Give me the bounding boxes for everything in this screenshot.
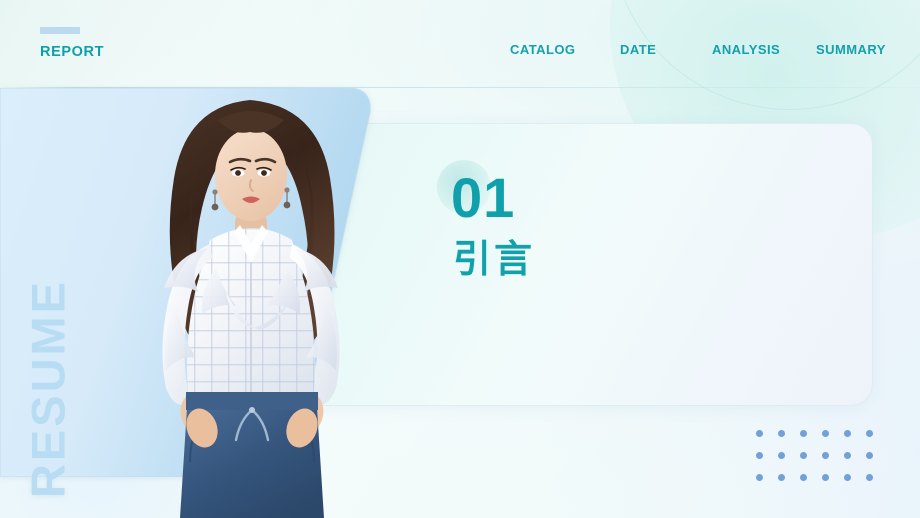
grid-dot xyxy=(800,452,807,459)
grid-dot xyxy=(844,430,851,437)
grid-dot xyxy=(822,430,829,437)
grid-dot xyxy=(800,474,807,481)
grid-dot xyxy=(778,452,785,459)
grid-dot xyxy=(866,452,873,459)
grid-dot xyxy=(866,474,873,481)
grid-dot xyxy=(844,474,851,481)
nav-item-summary[interactable]: SUMMARY xyxy=(816,40,898,59)
slide-canvas: REPORT CATALOG DATE ANALYSIS SUMMARY 01 … xyxy=(0,0,920,518)
left-blue-panel: RESUME xyxy=(0,88,480,498)
grid-dot xyxy=(778,430,785,437)
grid-dot xyxy=(756,430,763,437)
grid-dot xyxy=(822,474,829,481)
main-navigation[interactable]: CATALOG DATE ANALYSIS SUMMARY xyxy=(510,40,898,59)
decorative-dot-grid xyxy=(756,430,888,496)
resume-vertical-label: RESUME xyxy=(21,278,75,499)
grid-dot xyxy=(822,452,829,459)
nav-item-analysis[interactable]: ANALYSIS xyxy=(712,40,816,59)
grid-dot xyxy=(756,452,763,459)
brand-label: REPORT xyxy=(40,44,105,60)
grid-dot xyxy=(866,430,873,437)
grid-dot xyxy=(756,474,763,481)
grid-dot xyxy=(800,430,807,437)
brand-accent-bar xyxy=(40,27,80,34)
grid-dot xyxy=(844,452,851,459)
grid-dot xyxy=(778,474,785,481)
nav-item-date[interactable]: DATE xyxy=(620,40,712,59)
header-bar: REPORT CATALOG DATE ANALYSIS SUMMARY xyxy=(0,0,920,88)
nav-item-catalog[interactable]: CATALOG xyxy=(510,40,620,59)
brand: REPORT xyxy=(40,27,104,60)
header-divider xyxy=(0,87,920,88)
